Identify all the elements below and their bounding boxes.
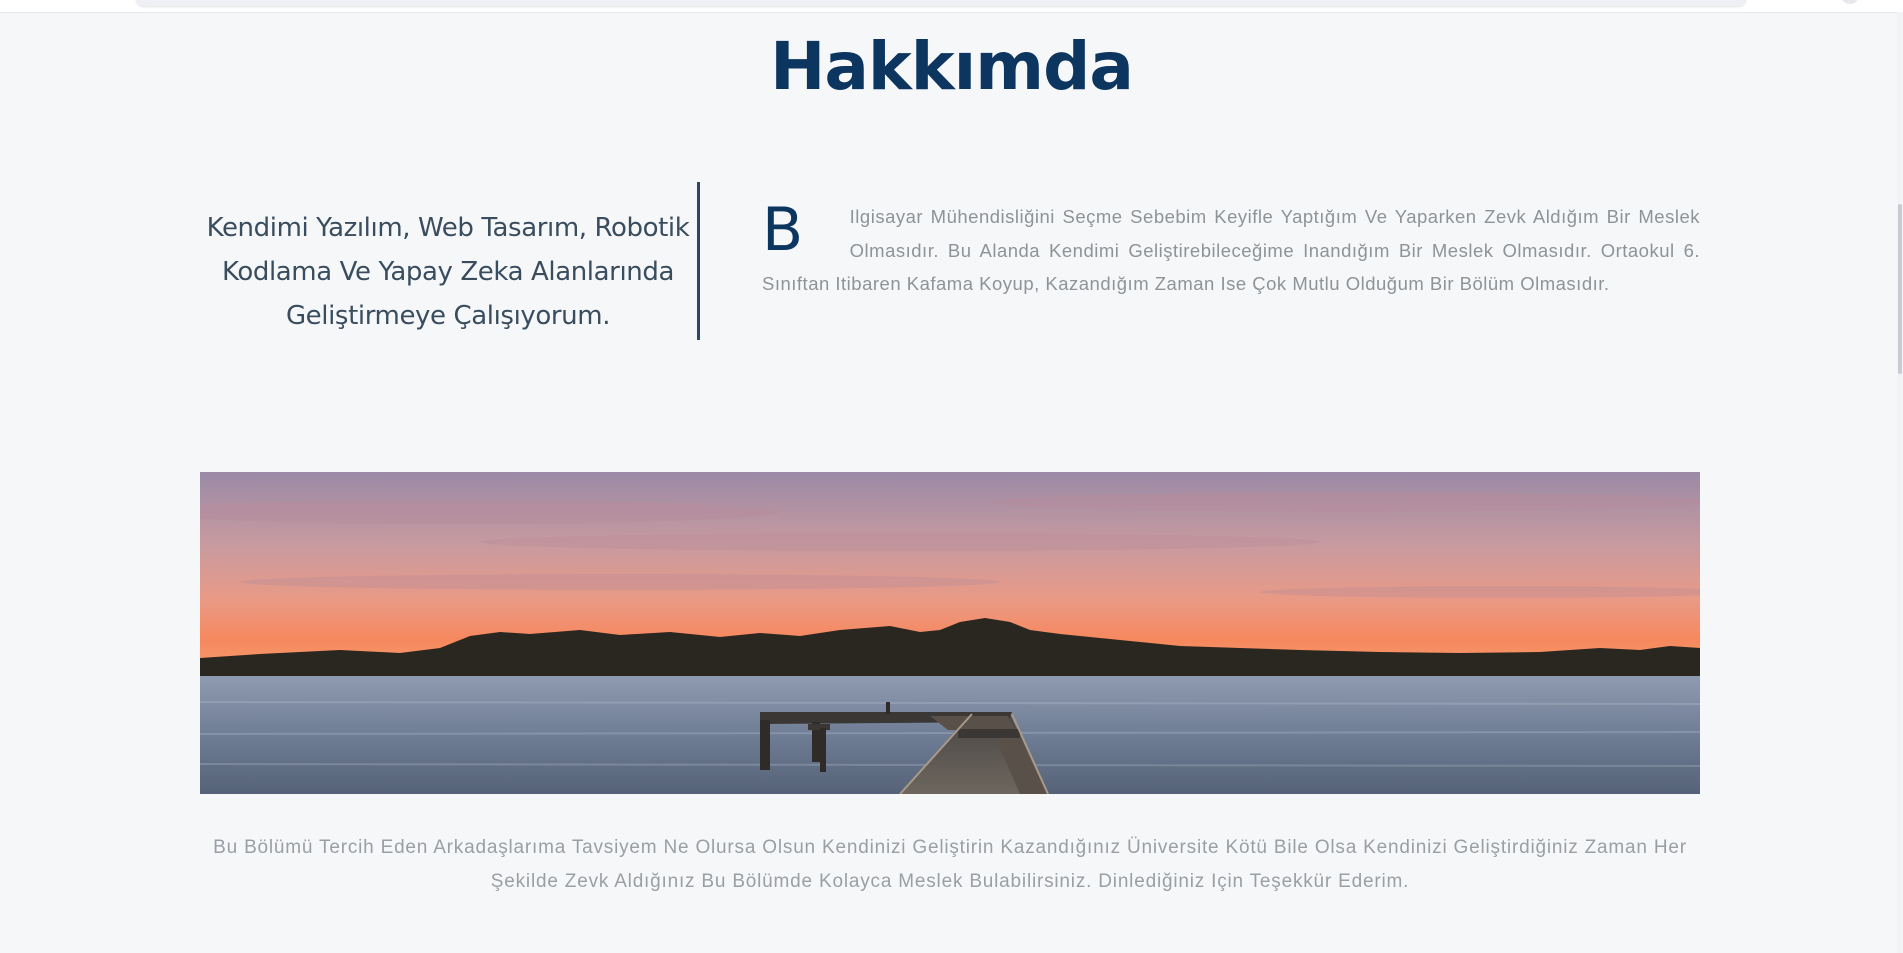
profile-icon[interactable] bbox=[1842, 0, 1858, 4]
page: Hakkımda Kendimi Yazılım, Web Tasarım, R… bbox=[0, 0, 1903, 953]
closing-paragraph: Bu Bölümü Tercih Eden Arkadaşlarıma Tavs… bbox=[213, 837, 1687, 892]
browser-top-bar bbox=[0, 0, 1903, 13]
scrollbar[interactable] bbox=[1897, 12, 1903, 953]
intro-text: Ilgisayar Mühendisliğini Seçme Sebebim K… bbox=[762, 206, 1700, 294]
sunset-pier-image bbox=[200, 472, 1700, 794]
page-title: Hakkımda bbox=[770, 28, 1134, 105]
address-bar[interactable] bbox=[136, 0, 1746, 6]
drop-cap: B bbox=[762, 195, 804, 265]
vertical-divider bbox=[697, 182, 700, 340]
scrollbar-thumb[interactable] bbox=[1898, 204, 1902, 374]
intro-paragraph: B Ilgisayar Mühendisliğini Seçme Sebebim… bbox=[762, 200, 1700, 301]
tagline: Kendimi Yazılım, Web Tasarım, Robotik Ko… bbox=[206, 213, 690, 331]
